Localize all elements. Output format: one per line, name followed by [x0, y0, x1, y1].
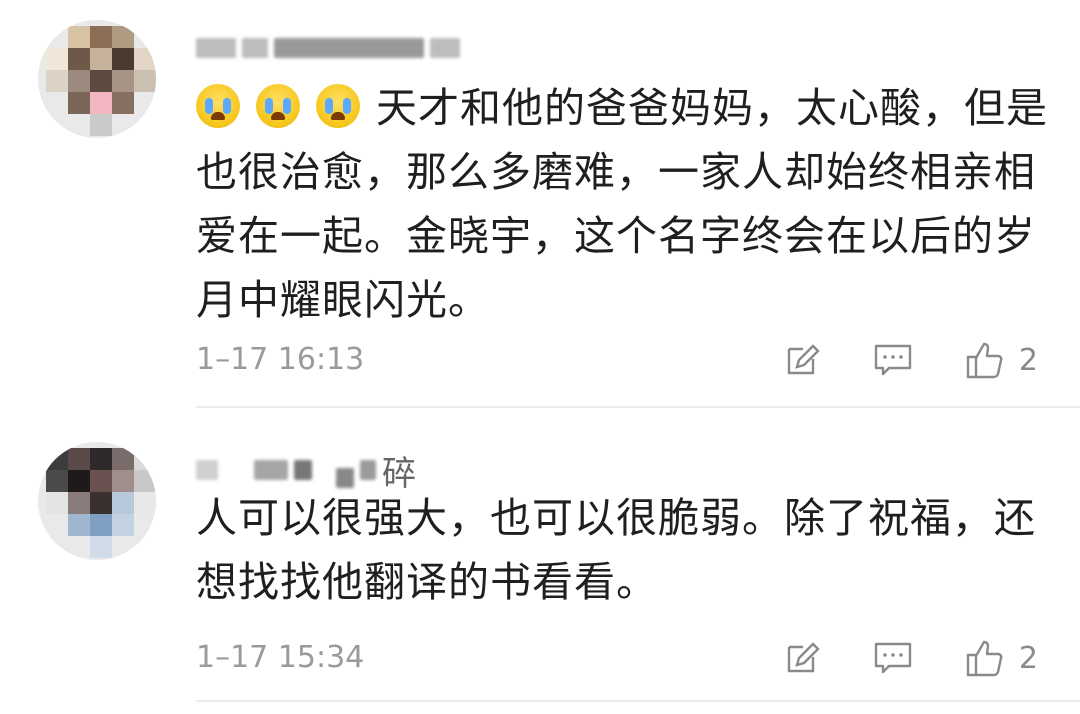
divider	[196, 406, 1080, 408]
comment-item: 天才和他的爸爸妈妈，太心酸，但是也很治愈，那么多磨难，一家人却始终相亲相爱在一起…	[0, 0, 1080, 408]
edit-icon	[787, 344, 820, 375]
avatar[interactable]	[38, 442, 156, 560]
comment-button[interactable]	[873, 639, 913, 677]
comment-item: 碎 人可以很强大，也可以很脆弱。除了祝福，还想找找他翻译的书看看。 1–17 1…	[0, 410, 1080, 714]
comment-body: 人可以很强大，也可以很脆弱。除了祝福，还想找找他翻译的书看看。	[196, 494, 1036, 606]
thumbs-up-icon	[966, 640, 1003, 677]
like-count: 2	[1018, 342, 1038, 378]
comment-meta: 1–17 16:13 2	[196, 338, 1050, 382]
crying-face-icon	[196, 84, 240, 128]
edit-icon	[787, 642, 820, 673]
comment-meta: 1–17 15:34 2	[196, 636, 1050, 680]
edit-button[interactable]	[783, 341, 821, 379]
like-button[interactable]: 2	[965, 340, 1038, 380]
username[interactable]: 碎	[196, 450, 416, 494]
avatar[interactable]	[38, 20, 156, 138]
thumbs-up-icon	[966, 342, 1003, 379]
username[interactable]	[196, 28, 466, 68]
comment-text: 人可以很强大，也可以很脆弱。除了祝福，还想找找他翻译的书看看。	[196, 486, 1056, 614]
edit-button[interactable]	[783, 639, 821, 677]
like-button[interactable]: 2	[965, 638, 1038, 678]
comment-actions: 2	[731, 338, 1038, 382]
crying-face-icon	[256, 84, 300, 128]
like-count: 2	[1018, 640, 1038, 676]
comment-actions: 2	[731, 636, 1038, 680]
comment-icon	[874, 344, 912, 376]
comment-time: 1–17 16:13	[196, 342, 365, 377]
comment-text: 天才和他的爸爸妈妈，太心酸，但是也很治愈，那么多磨难，一家人却始终相亲相爱在一起…	[196, 76, 1056, 332]
comment-time: 1–17 15:34	[196, 640, 365, 675]
comment-icon	[874, 642, 912, 674]
divider	[196, 700, 1080, 702]
crying-face-icon	[316, 84, 360, 128]
comment-button[interactable]	[873, 341, 913, 379]
